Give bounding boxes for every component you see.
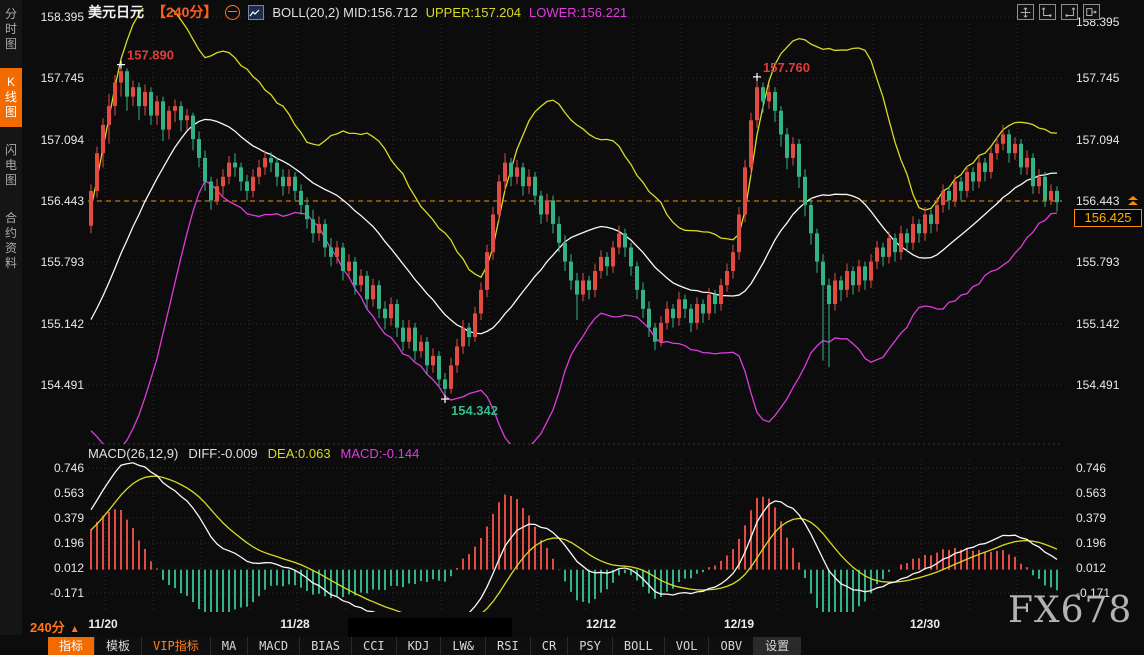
- exit-icon[interactable]: [1083, 4, 1100, 20]
- date-tick-12-12: 12/12: [586, 617, 616, 631]
- bottom-tab-boll[interactable]: BOLL: [613, 637, 665, 655]
- footer-period-label[interactable]: 240分▲: [30, 617, 80, 636]
- axis-tick-label: 154.491: [22, 378, 84, 392]
- boll-upper-value: UPPER:157.204: [426, 5, 521, 20]
- boll-mid-value: BOLL(20,2) MID:156.712: [272, 5, 417, 20]
- axis-tick-label: 155.793: [1076, 255, 1138, 269]
- axis-tick-label: 157.094: [1076, 133, 1138, 147]
- axis-tick-label: 0.563: [1076, 486, 1138, 500]
- tab-lightning-chart[interactable]: 闪电图: [0, 136, 22, 195]
- tab-contract-info[interactable]: 合约资料: [0, 204, 22, 278]
- move-icon[interactable]: [1017, 4, 1034, 20]
- axis-tick-label: 155.142: [22, 317, 84, 331]
- symbol-title: 美元日元: [88, 2, 144, 22]
- axis-tick-label: 0.746: [22, 461, 84, 475]
- period-label: 【240分】: [152, 2, 217, 22]
- macd-header: MACD(26,12,9) DIFF:-0.009 DEA:0.063 MACD…: [88, 446, 419, 461]
- bottom-tab-kdj[interactable]: KDJ: [397, 637, 442, 655]
- axis-left-icon[interactable]: [1039, 4, 1056, 20]
- bottom-tab-indicators[interactable]: 指标: [48, 637, 95, 655]
- axis-tick-label: 0.379: [22, 511, 84, 525]
- svg-text:157.890: 157.890: [127, 48, 174, 63]
- price-annotations: 157.890 157.760 154.342: [117, 48, 810, 418]
- svg-text:154.342: 154.342: [451, 403, 498, 418]
- macd-diff-value: DIFF:-0.009: [188, 446, 257, 461]
- axis-tick-label: 156.443: [22, 194, 84, 208]
- bottom-tab-cr[interactable]: CR: [531, 637, 568, 655]
- axis-tick-label: 0.563: [22, 486, 84, 500]
- macd-macd-value: MACD:-0.144: [341, 446, 420, 461]
- tab-time-chart[interactable]: 分时图: [0, 0, 22, 59]
- bottom-tab-rsi[interactable]: RSI: [486, 637, 531, 655]
- bottom-tab-ma[interactable]: MA: [211, 637, 248, 655]
- date-tick-12-19: 12/19: [724, 617, 754, 631]
- axis-tick-label: 154.491: [1076, 378, 1138, 392]
- axis-tick-label: 157.745: [22, 71, 84, 85]
- blackout-box: [348, 618, 512, 637]
- bottom-tab-templates[interactable]: 模板: [95, 637, 142, 655]
- macd-histogram: [91, 495, 1057, 630]
- x-axis-row: 240分▲ 11/20 11/28 12/12 12/19 12/30: [0, 614, 1144, 636]
- boll-lower-value: LOWER:156.221: [529, 5, 627, 20]
- watermark: FX678: [1008, 590, 1132, 631]
- axis-tick-label: 158.395: [22, 10, 84, 24]
- gridlines: [88, 17, 1062, 612]
- axis-tick-label: 0.196: [22, 536, 84, 550]
- bottom-tab-vol[interactable]: VOL: [665, 637, 710, 655]
- axis-tick-label: 157.094: [22, 133, 84, 147]
- svg-text:157.760: 157.760: [763, 60, 810, 75]
- axis-tick-label: 0.196: [1076, 536, 1138, 550]
- left-sidebar: 分时图 K线图闪电图合约资料: [0, 0, 22, 635]
- up-triangle-icon: ▲: [70, 624, 80, 635]
- bottom-tab-macd[interactable]: MACD: [248, 637, 300, 655]
- axis-tick-label: 0.012: [22, 561, 84, 575]
- date-tick-12-30: 12/30: [910, 617, 940, 631]
- axis-tick-label: 0.746: [1076, 461, 1138, 475]
- bottom-tab-lw[interactable]: LW&: [441, 637, 486, 655]
- macd-dea-value: DEA:0.063: [268, 446, 331, 461]
- bottom-tab-bias[interactable]: BIAS: [300, 637, 352, 655]
- zoom-out-icon[interactable]: [225, 5, 240, 20]
- date-tick-11-20: 11/20: [88, 617, 117, 631]
- price-and-macd-chart-canvas: 157.890 157.760 154.342: [0, 0, 1144, 655]
- price-alert-icon[interactable]: [1127, 194, 1139, 212]
- bottom-tab-obv[interactable]: OBV: [709, 637, 754, 655]
- axis-tick-label: 155.142: [1076, 317, 1138, 331]
- bottom-toolbar: 指标模板VIP指标MAMACDBIASCCIKDJLW&RSICRPSYBOLL…: [48, 637, 801, 655]
- tab-kline-chart[interactable]: K线图: [0, 68, 22, 127]
- indicator-chart-icon[interactable]: [248, 5, 264, 20]
- axis-tick-label: 0.379: [1076, 511, 1138, 525]
- axis-tick-label: 157.745: [1076, 71, 1138, 85]
- bottom-tab-cci[interactable]: CCI: [352, 637, 397, 655]
- bottom-tab-psy[interactable]: PSY: [568, 637, 613, 655]
- chart-header: 美元日元 【240分】 BOLL(20,2) MID:156.712 UPPER…: [88, 3, 627, 21]
- date-tick-11-28: 11/28: [280, 617, 309, 631]
- macd-title: MACD(26,12,9): [88, 446, 178, 461]
- window-toolbar-icons: [1017, 4, 1100, 20]
- axis-tick-label: 0.012: [1076, 561, 1138, 575]
- axis-tick-label: -0.171: [22, 586, 84, 600]
- bottom-tab-vip-indicators[interactable]: VIP指标: [142, 637, 211, 655]
- bottom-tab-settings[interactable]: 设置: [754, 637, 801, 655]
- chart-application-window: 157.890 157.760 154.342 分时图 K线图闪电图合约资料 美元日元…: [0, 0, 1144, 655]
- axis-tick-label: 155.793: [22, 255, 84, 269]
- axis-right-icon[interactable]: [1061, 4, 1078, 20]
